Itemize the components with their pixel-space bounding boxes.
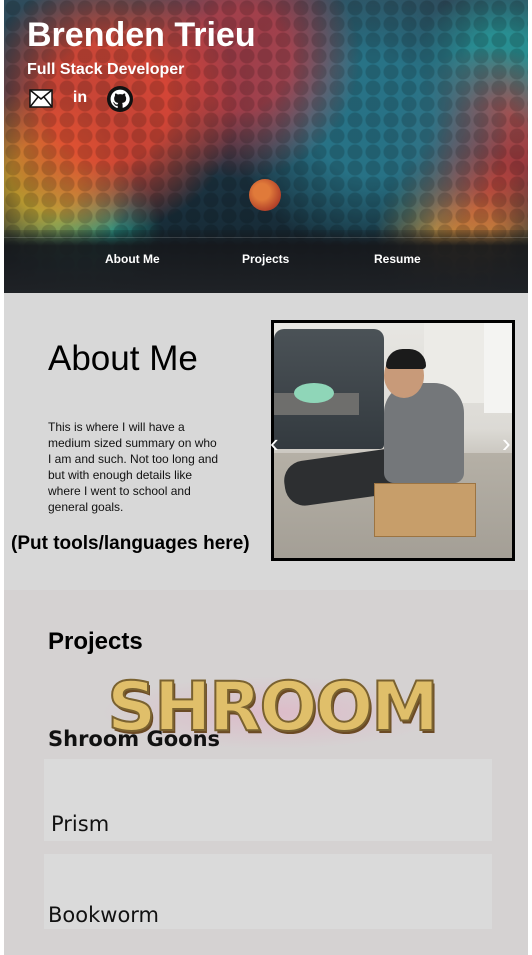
github-icon[interactable] — [107, 86, 133, 112]
nav-about-me[interactable]: About Me — [105, 252, 160, 266]
photo-person-hair — [386, 349, 426, 369]
moon-image — [249, 179, 281, 211]
carousel-next-icon[interactable]: › — [502, 430, 511, 456]
job-title: Full Stack Developer — [27, 61, 185, 78]
project-title-shroom-goons[interactable]: Shroom Goons — [48, 727, 220, 751]
project-title-prism[interactable]: Prism — [51, 812, 109, 836]
project-title-bookworm[interactable]: Bookworm — [48, 903, 159, 927]
projects-section: Projects SHROOM Shroom Goons Prism Bookw… — [4, 590, 528, 955]
photo-bag — [294, 383, 334, 403]
tools-placeholder: (Put tools/languages here) — [11, 533, 250, 554]
portfolio-page: Brenden Trieu Full Stack Developer in Ab… — [4, 0, 528, 955]
photo-carousel[interactable] — [271, 320, 515, 561]
photo-cardboard-box — [374, 483, 476, 537]
about-summary: This is where I will have a medium sized… — [48, 420, 219, 514]
main-navigation: About Me Projects Resume — [4, 237, 528, 283]
carousel-prev-icon[interactable]: ‹ — [270, 430, 279, 456]
nav-resume[interactable]: Resume — [374, 252, 421, 266]
about-heading: About Me — [48, 339, 198, 378]
project-card-prism[interactable] — [44, 759, 492, 841]
photo-person-body — [384, 383, 464, 483]
photo-door — [484, 323, 512, 413]
linkedin-icon[interactable]: in — [70, 86, 90, 110]
mail-icon[interactable] — [29, 86, 53, 110]
nav-projects[interactable]: Projects — [242, 252, 289, 266]
about-section: About Me This is where I will have a med… — [4, 293, 528, 590]
projects-heading: Projects — [48, 628, 143, 655]
site-owner-name: Brenden Trieu — [27, 16, 256, 54]
hero-header: Brenden Trieu Full Stack Developer in Ab… — [4, 0, 528, 293]
